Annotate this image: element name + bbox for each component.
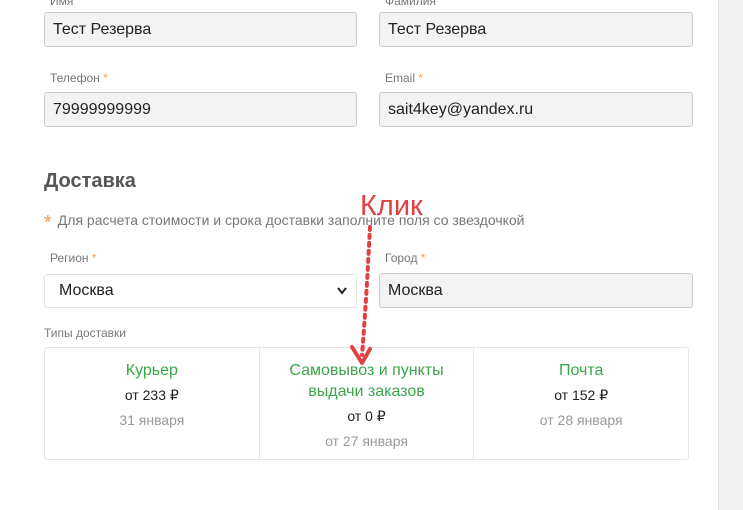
email-input[interactable]: sait4key@yandex.ru	[379, 92, 693, 127]
delivery-option-date: от 27 января	[325, 433, 408, 449]
delivery-option-date: от 28 января	[539, 412, 623, 428]
delivery-option-name: Курьер	[125, 362, 178, 379]
city-label: Город *	[385, 251, 426, 265]
last-name-label: Фамилия	[385, 0, 436, 8]
click-annotation-label: Клик	[360, 190, 423, 222]
last-name-input[interactable]: Тест Резерва	[379, 12, 693, 47]
city-input[interactable]: Москва	[379, 273, 693, 308]
first-name-label: Имя	[50, 0, 74, 8]
delivery-hint: * Для расчета стоимости и срока доставки …	[44, 212, 525, 234]
delivery-option-price: от 0 ₽	[347, 408, 386, 424]
phone-input[interactable]: 79999999999	[44, 92, 357, 127]
phone-label: Телефон *	[50, 71, 108, 85]
region-label: Регион *	[50, 251, 97, 265]
delivery-types-label: Типы доставки	[44, 326, 127, 340]
region-select[interactable]: Москва	[44, 274, 357, 308]
delivery-option-name: Почта	[558, 362, 604, 379]
delivery-option-date: 31 января	[119, 412, 185, 428]
delivery-option-post[interactable]: Почта от 152 ₽ от 28 января	[474, 348, 688, 459]
region-select-value: Москва	[59, 282, 114, 299]
first-name-input[interactable]: Тест Резерва	[44, 12, 357, 47]
delivery-option-price: от 233 ₽	[124, 387, 179, 403]
delivery-option-price: от 152 ₽	[554, 387, 609, 403]
delivery-section-title: Доставка	[44, 170, 136, 192]
required-star: *	[44, 212, 52, 234]
email-label: Email *	[385, 71, 424, 85]
delivery-option-courier[interactable]: Курьер от 233 ₽ 31 января	[45, 348, 260, 459]
dotted-arrow-annotation	[350, 225, 372, 365]
